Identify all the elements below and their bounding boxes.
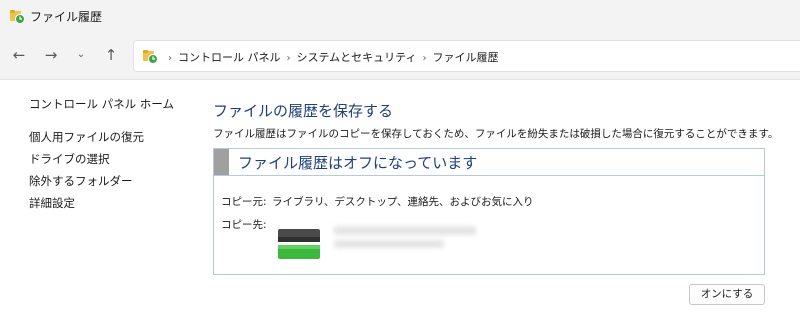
chevron-right-icon[interactable]: › [168, 53, 172, 64]
control-panel-home-link[interactable]: コントロール パネル ホーム [29, 96, 174, 112]
file-history-icon [10, 10, 25, 24]
breadcrumb-file-history[interactable]: ファイル履歴 [433, 51, 499, 64]
chevron-down-icon[interactable]: ⌄ [70, 44, 92, 66]
status-indicator-bar [214, 149, 229, 175]
status-title: ファイル履歴はオフになっています [238, 154, 478, 172]
status-header: ファイル履歴はオフになっています [214, 149, 764, 176]
navigation-bar: ← → ⌄ ↑ › コントロール パネル › システムとセキュリティ › ファイル履歴 [0, 32, 800, 80]
breadcrumb: › コントロール パネル › システムとセキュリティ › ファイル履歴 [162, 49, 499, 65]
sidebar-item-exclude-folders[interactable]: 除外するフォルダー [29, 173, 133, 189]
file-history-icon [143, 50, 158, 64]
left-pane: コントロール パネル ホーム 個人用ファイルの復元 ドライブの選択 除外するフォ… [0, 81, 200, 320]
redacted-destination-detail [334, 240, 444, 248]
copy-from-label: コピー元: [221, 196, 267, 208]
page-title: ファイルの履歴を保存する [213, 102, 394, 120]
hard-drive-icon [278, 229, 320, 259]
arrow-up-icon[interactable]: ↑ [100, 44, 122, 66]
title-bar: ファイル履歴 [0, 0, 800, 32]
copy-from-value: ライブラリ、デスクトップ、連絡先、およびお気に入り [272, 196, 534, 208]
turn-on-button[interactable]: オンにする [689, 284, 765, 305]
page-description: ファイル履歴はファイルのコピーを保存しておくため、ファイルを紛失または破損した場… [213, 128, 779, 140]
arrow-right-icon[interactable]: → [40, 44, 62, 66]
breadcrumb-system-security[interactable]: システムとセキュリティ [297, 51, 417, 64]
sidebar-item-select-drive[interactable]: ドライブの選択 [29, 151, 110, 167]
breadcrumb-control-panel[interactable]: コントロール パネル [178, 51, 281, 64]
sidebar-item-advanced-settings[interactable]: 詳細設定 [29, 195, 75, 211]
address-bar[interactable]: › コントロール パネル › システムとセキュリティ › ファイル履歴 [133, 40, 800, 72]
redacted-destination-name [334, 226, 476, 235]
copy-to-label: コピー先: [221, 219, 267, 231]
status-panel: ファイル履歴はオフになっています コピー元: ライブラリ、デスクトップ、連絡先、… [213, 148, 765, 275]
window-title: ファイル履歴 [30, 10, 103, 24]
chevron-right-icon[interactable]: › [287, 53, 291, 64]
sidebar-item-restore-files[interactable]: 個人用ファイルの復元 [29, 129, 144, 145]
arrow-left-icon[interactable]: ← [8, 44, 30, 66]
chevron-right-icon[interactable]: › [423, 53, 427, 64]
